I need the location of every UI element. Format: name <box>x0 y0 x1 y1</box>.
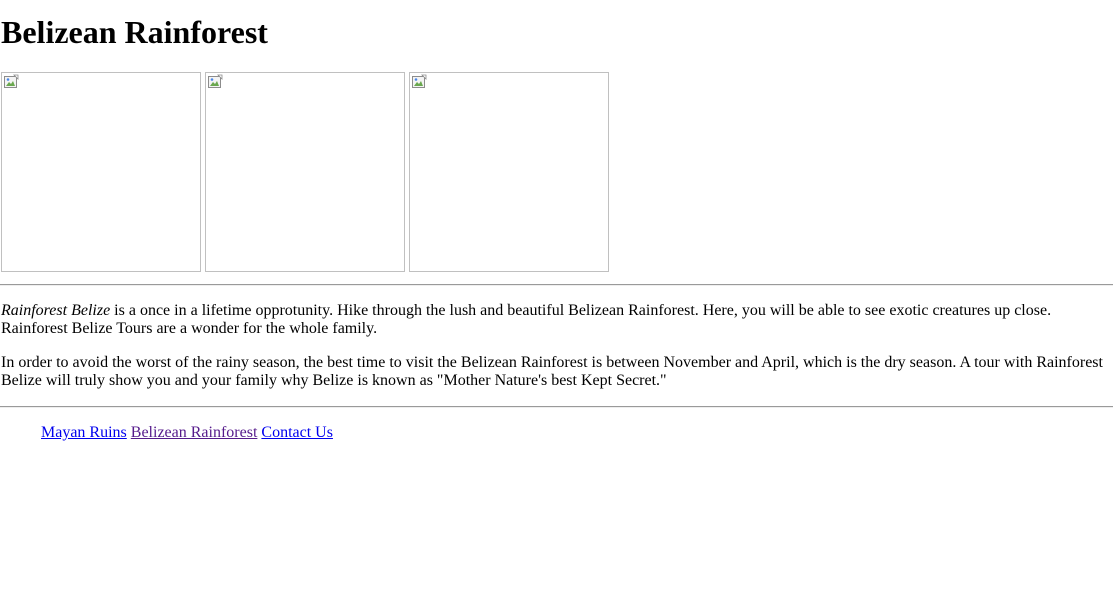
gallery-image-3 <box>409 72 609 272</box>
broken-image-icon <box>412 74 427 88</box>
intro-text: is a once in a lifetime opprotunity. Hik… <box>1 302 1052 337</box>
nav-link-contact-us[interactable]: Contact Us <box>261 424 333 441</box>
footer-nav: Mayan Ruins Belizean Rainforest Contact … <box>41 424 333 442</box>
divider-bottom <box>0 406 1113 408</box>
page-title: Belizean Rainforest <box>1 14 268 50</box>
intro-paragraph: Rainforest Belize is a once in a lifetim… <box>1 302 1106 338</box>
broken-image-icon <box>4 74 19 88</box>
brand-name: Rainforest Belize <box>1 302 111 319</box>
gallery-image-1 <box>1 72 201 272</box>
nav-link-mayan-ruins[interactable]: Mayan Ruins <box>41 424 127 441</box>
divider-top <box>0 284 1113 286</box>
page: Belizean Rainforest Rainforest Belize is… <box>0 0 1113 616</box>
broken-image-icon <box>208 74 223 88</box>
image-gallery <box>1 72 609 272</box>
season-paragraph: In order to avoid the worst of the rainy… <box>1 354 1103 389</box>
nav-link-belizean-rainforest[interactable]: Belizean Rainforest <box>131 424 258 441</box>
gallery-image-2 <box>205 72 405 272</box>
